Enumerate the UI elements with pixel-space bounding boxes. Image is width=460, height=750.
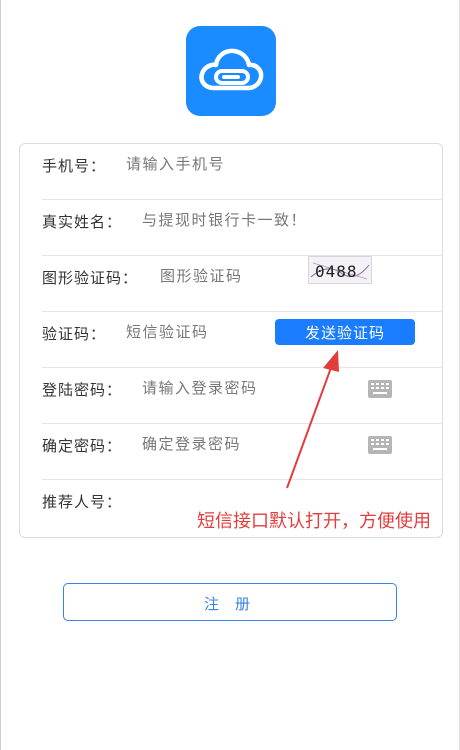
keyboard-icon[interactable] bbox=[368, 380, 392, 398]
captcha-image-graphic: 0488 bbox=[310, 262, 370, 281]
phone-label: 手机号： bbox=[42, 157, 107, 175]
captcha-input[interactable] bbox=[160, 265, 300, 287]
referrer-input[interactable] bbox=[126, 489, 186, 511]
register-button[interactable]: 注册 bbox=[63, 583, 397, 621]
confirm-password-label: 确定密码： bbox=[42, 437, 123, 455]
password-input[interactable] bbox=[142, 377, 352, 399]
sms-code-input[interactable] bbox=[126, 321, 266, 343]
annotation-text: 短信接口默认打开，方便使用 bbox=[197, 511, 431, 532]
keyboard-icon[interactable] bbox=[368, 436, 392, 454]
send-code-button[interactable]: 发送验证码 bbox=[275, 319, 415, 345]
confirm-password-row: 确定密码： bbox=[20, 424, 442, 480]
referrer-label: 推荐人号： bbox=[42, 493, 123, 511]
sms-code-label: 验证码： bbox=[42, 325, 107, 343]
captcha-row: 图形验证码： 0488 bbox=[20, 256, 442, 312]
captcha-text: 0488 bbox=[315, 262, 358, 281]
app-logo bbox=[186, 26, 276, 116]
register-form: 手机号： 真实姓名： 图形验证码： 0488 验证码： 发送验证码 登陆密码： bbox=[19, 143, 443, 538]
cloud-link-icon bbox=[199, 48, 264, 91]
captcha-image[interactable]: 0488 bbox=[308, 256, 372, 284]
phone-input[interactable] bbox=[126, 153, 406, 175]
password-label: 登陆密码： bbox=[42, 381, 123, 399]
captcha-label: 图形验证码： bbox=[42, 269, 139, 287]
password-row: 登陆密码： bbox=[20, 368, 442, 424]
real-name-label: 真实姓名： bbox=[42, 213, 123, 231]
phone-row: 手机号： bbox=[20, 144, 442, 200]
confirm-password-input[interactable] bbox=[142, 433, 352, 455]
page-left-border bbox=[0, 0, 1, 750]
real-name-row: 真实姓名： bbox=[20, 200, 442, 256]
real-name-input[interactable] bbox=[142, 209, 422, 231]
